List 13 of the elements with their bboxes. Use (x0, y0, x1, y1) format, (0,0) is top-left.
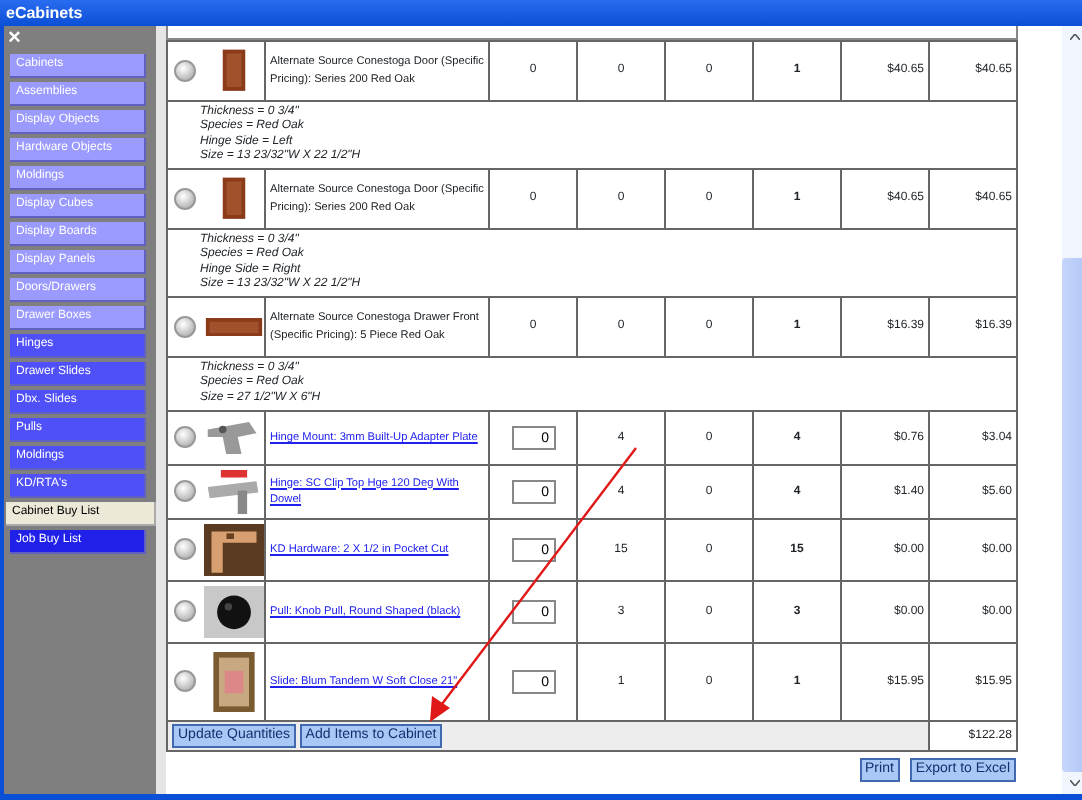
remove-button[interactable] (173, 600, 196, 623)
scroll-down-icon[interactable] (1069, 780, 1079, 786)
close-button[interactable]: × (4, 28, 28, 50)
scroll-up-icon[interactable] (1069, 34, 1079, 40)
remove-button[interactable] (173, 187, 196, 210)
remove-button[interactable] (173, 538, 196, 561)
remove-button[interactable] (173, 670, 196, 693)
window-title: eCabinets (6, 4, 83, 22)
remove-button[interactable] (173, 480, 196, 503)
remove-button[interactable] (173, 59, 196, 82)
scrollbar[interactable] (1062, 26, 1082, 794)
remove-button[interactable] (173, 315, 196, 338)
remove-button[interactable] (173, 426, 196, 449)
